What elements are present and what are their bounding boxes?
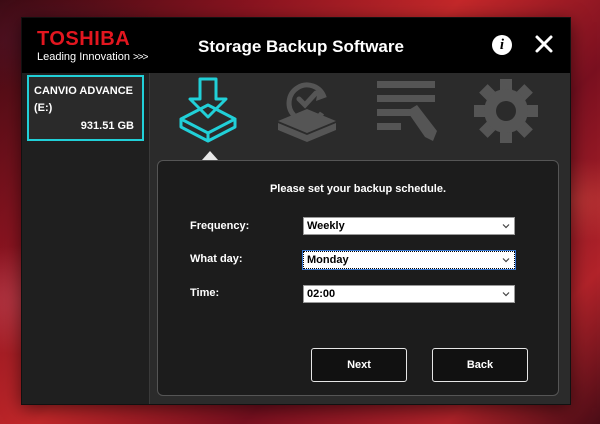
day-label: What day: <box>190 253 243 265</box>
frequency-value: Weekly <box>307 220 345 232</box>
frequency-select[interactable]: Weekly <box>303 217 515 235</box>
edit-list-icon <box>377 81 437 141</box>
brand-logo: TOSHIBA Leading Innovation >>> <box>37 29 148 65</box>
chevron-down-icon <box>502 258 510 263</box>
close-icon <box>535 35 553 53</box>
back-button[interactable]: Back <box>432 348 528 382</box>
tagline-text: Leading Innovation <box>37 51 130 63</box>
restore-clock-icon <box>278 82 336 142</box>
time-select[interactable]: 02:00 <box>303 285 515 303</box>
day-value: Monday <box>307 254 349 266</box>
drive-size: 931.51 GB <box>80 120 134 132</box>
tool-restore[interactable] <box>272 75 342 145</box>
info-icon: i <box>499 37 505 53</box>
next-button[interactable]: Next <box>311 348 407 382</box>
chevron-down-icon <box>502 292 510 297</box>
drive-letter: (E:) <box>34 102 53 114</box>
chevron-down-icon <box>502 224 510 229</box>
close-button[interactable] <box>532 32 556 56</box>
backup-download-icon <box>179 77 237 143</box>
function-toolbar <box>149 73 570 160</box>
tool-settings[interactable] <box>471 75 541 145</box>
active-tool-pointer <box>202 151 218 160</box>
info-button[interactable]: i <box>492 35 512 55</box>
brand-tagline: Leading Innovation >>> <box>37 50 148 65</box>
title-bar: TOSHIBA Leading Innovation >>> Storage Ba… <box>22 18 570 73</box>
tagline-chevrons: >>> <box>132 52 149 63</box>
day-select[interactable]: Monday <box>302 250 516 270</box>
tool-edit[interactable] <box>371 75 441 145</box>
time-value: 02:00 <box>307 288 336 300</box>
drive-name: CANVIO ADVANCE <box>34 85 134 97</box>
settings-gear-icon <box>474 79 538 143</box>
schedule-panel: Please set your backup schedule. Frequen… <box>157 160 559 396</box>
app-title: Storage Backup Software <box>198 37 404 56</box>
time-label: Time: <box>190 287 220 299</box>
app-window: TOSHIBA Leading Innovation >>> Storage Ba… <box>22 18 570 404</box>
brand-name: TOSHIBA <box>37 28 131 50</box>
tool-backup[interactable] <box>173 75 243 145</box>
sidebar: CANVIO ADVANCE (E:) 931.51 GB <box>22 73 150 404</box>
schedule-prompt: Please set your backup schedule. <box>269 183 447 195</box>
frequency-label: Frequency: <box>190 220 250 232</box>
drive-card-selected[interactable]: CANVIO ADVANCE (E:) 931.51 GB <box>27 75 144 141</box>
